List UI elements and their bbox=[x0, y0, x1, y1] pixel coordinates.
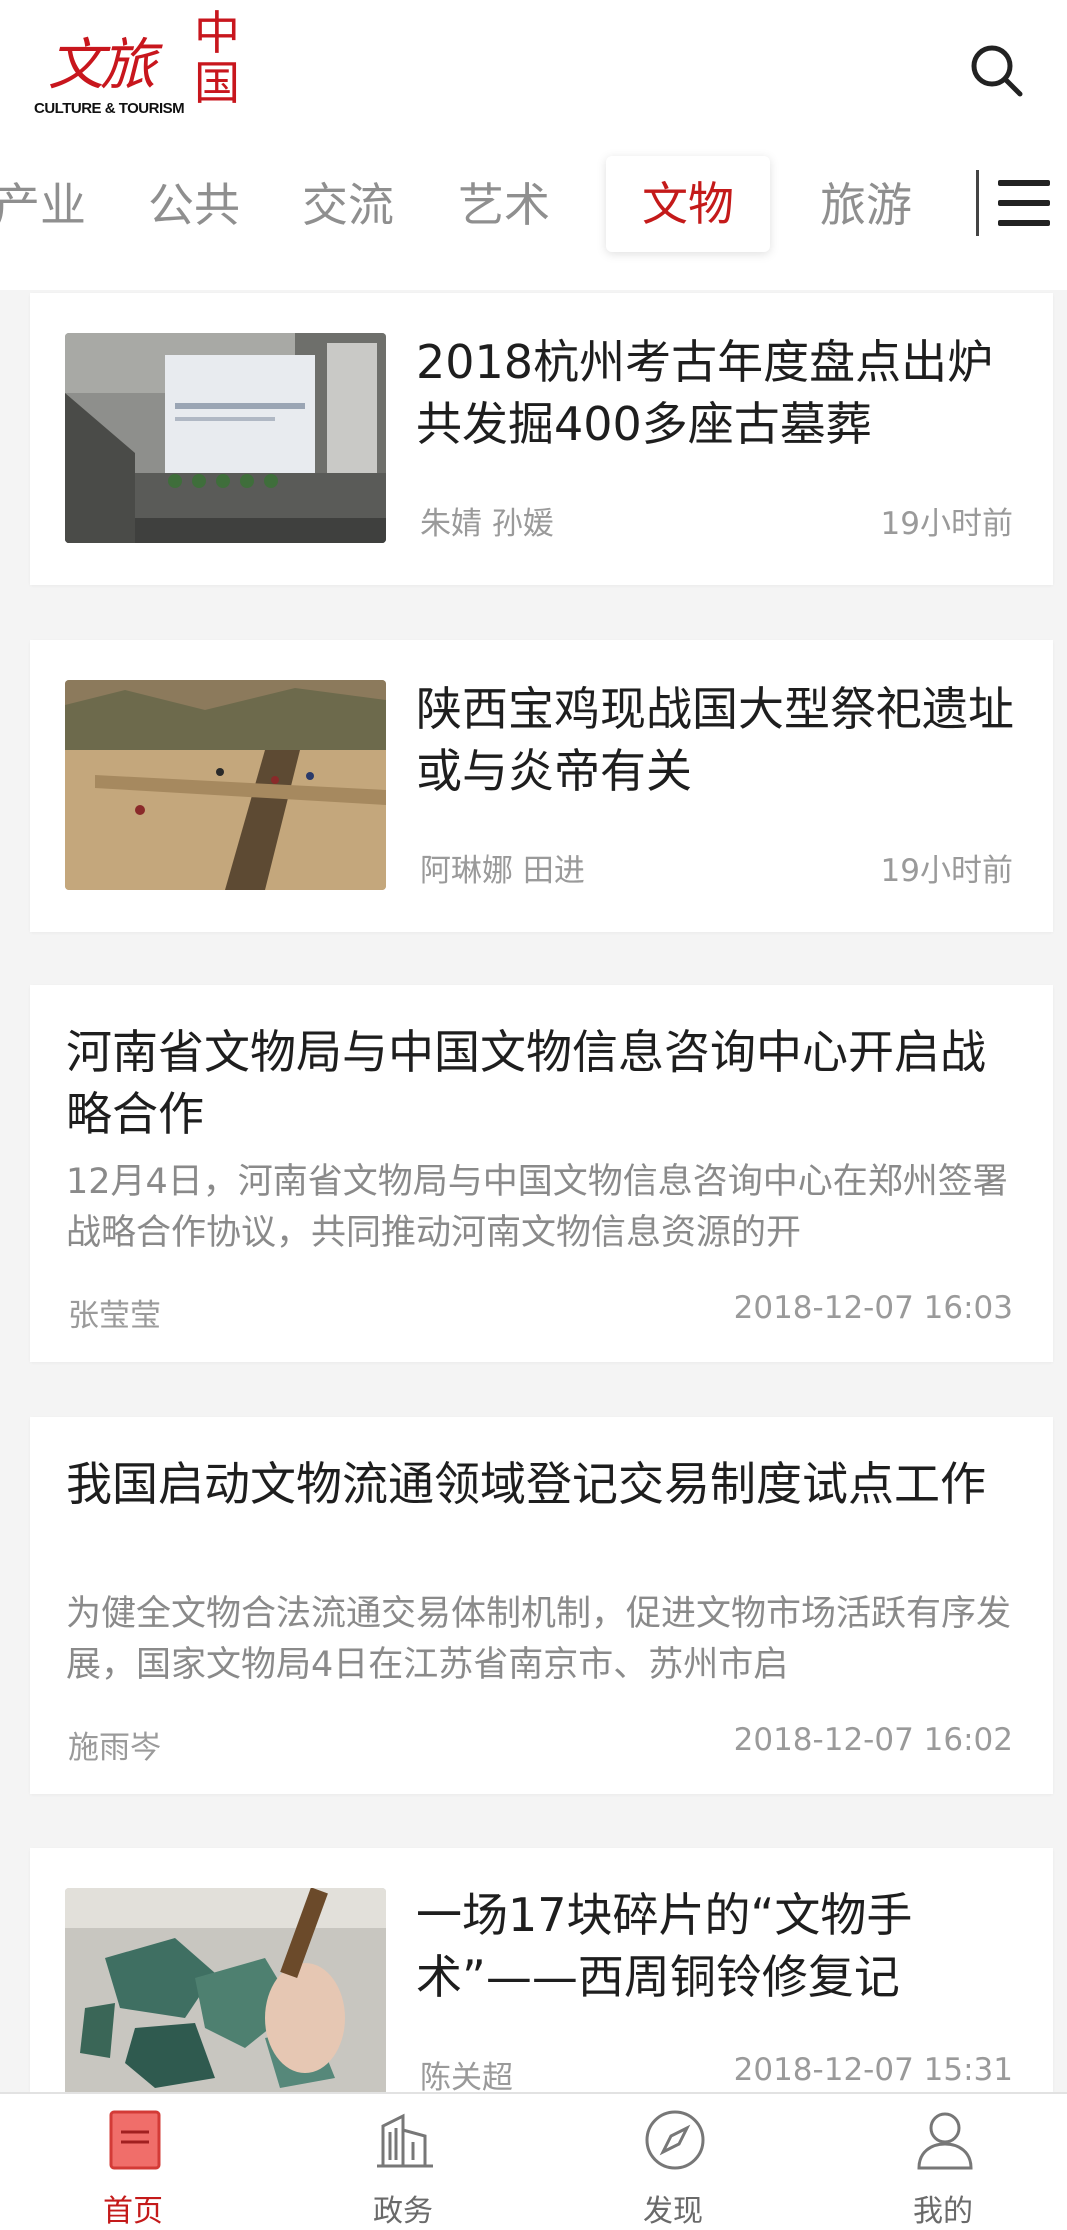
hamburger-icon-bar bbox=[998, 180, 1050, 186]
news-author: 陈关超 bbox=[420, 2060, 513, 2092]
news-card[interactable]: 陕西宝鸡现战国大型祭祀遗址 或与炎帝有关 阿琳娜 田进 19小时前 bbox=[30, 640, 1053, 932]
news-card[interactable]: 一场17块碎片的“文物手术”——西周铜铃修复记 陈关超 2018-12-07 1… bbox=[30, 1848, 1053, 2092]
news-thumbnail bbox=[65, 1888, 386, 2092]
news-summary: 为健全文物合法流通交易体制机制，促进文物市场活跃有序发展，国家文物局4日在江苏省… bbox=[66, 1594, 1012, 1685]
tab-art[interactable]: 艺术 bbox=[458, 170, 550, 240]
tab-tourism[interactable]: 旅游 bbox=[820, 170, 912, 240]
news-time: 19小时前 bbox=[880, 853, 1013, 889]
compass-icon bbox=[645, 2110, 705, 2170]
building-icon bbox=[377, 2113, 433, 2168]
nav-government[interactable]: 政务 bbox=[270, 2094, 536, 2230]
news-title[interactable]: 我国启动文物流通领域登记交易制度试点工作 bbox=[66, 1453, 1026, 1515]
app-logo[interactable]: 文旅 中国 CULTURE & TOURISM bbox=[30, 8, 250, 133]
news-time: 2018-12-07 16:02 bbox=[733, 1722, 1013, 1758]
news-title[interactable]: 一场17块碎片的“文物手术”——西周铜铃修复记 bbox=[416, 1884, 1026, 2008]
home-icon bbox=[109, 2110, 161, 2170]
nav-government-label: 政务 bbox=[373, 2194, 433, 2229]
hamburger-icon-bar bbox=[998, 220, 1050, 226]
news-time: 2018-12-07 15:31 bbox=[733, 2052, 1013, 2088]
tab-exchange[interactable]: 交流 bbox=[302, 170, 394, 240]
nav-profile-label: 我的 bbox=[913, 2194, 973, 2229]
hamburger-icon-bar bbox=[998, 200, 1050, 206]
logo-chinese-text: 文旅 bbox=[48, 33, 156, 98]
nav-home-label: 首页 bbox=[103, 2194, 163, 2229]
search-button[interactable] bbox=[968, 42, 1026, 100]
tab-public[interactable]: 公共 bbox=[148, 170, 240, 240]
news-author: 朱婧 孙媛 bbox=[420, 506, 554, 542]
tab-cultural-relics[interactable]: 文物 bbox=[606, 156, 770, 252]
news-summary: 12月4日，河南省文物局与中国文物信息咨询中心在郑州签署战略合作协议，共同推动河… bbox=[66, 1162, 1008, 1253]
logo-english-text: CULTURE & TOURISM bbox=[34, 100, 185, 117]
nav-discover[interactable]: 发现 bbox=[540, 2094, 806, 2230]
bottom-navigation: 首页 政务 发现 我的 bbox=[0, 2092, 1067, 2230]
logo-chinese-side-text: 中国 bbox=[194, 6, 240, 110]
news-time: 19小时前 bbox=[880, 506, 1013, 542]
nav-profile[interactable]: 我的 bbox=[810, 2094, 1067, 2230]
nav-home[interactable]: 首页 bbox=[0, 2094, 266, 2230]
news-thumbnail bbox=[65, 680, 386, 890]
menu-button[interactable] bbox=[998, 180, 1054, 228]
news-author: 张莹莹 bbox=[68, 1298, 161, 1334]
news-title[interactable]: 陕西宝鸡现战国大型祭祀遗址 或与炎帝有关 bbox=[416, 678, 1026, 802]
search-icon bbox=[971, 45, 1023, 97]
bronze-fragments-photo bbox=[65, 1888, 386, 2092]
news-card[interactable]: 河南省文物局与中国文物信息咨询中心开启战略合作 12月4日，河南省文物局与中国文… bbox=[30, 985, 1053, 1362]
news-time: 2018-12-07 16:03 bbox=[733, 1290, 1013, 1326]
news-author: 阿琳娜 田进 bbox=[420, 853, 585, 889]
exhibition-photo bbox=[65, 333, 386, 543]
news-title[interactable]: 2018杭州考古年度盘点出炉共发掘400多座古墓葬 bbox=[416, 331, 1026, 455]
tab-divider bbox=[976, 170, 979, 236]
category-tabs: 产业 公共 交流 艺术 文物 旅游 bbox=[0, 150, 1067, 260]
user-icon bbox=[917, 2112, 973, 2170]
nav-discover-label: 发现 bbox=[643, 2194, 703, 2229]
news-thumbnail bbox=[65, 333, 386, 543]
news-card[interactable]: 2018杭州考古年度盘点出炉共发掘400多座古墓葬 朱婧 孙媛 19小时前 bbox=[30, 293, 1053, 585]
news-title[interactable]: 河南省文物局与中国文物信息咨询中心开启战略合作 bbox=[66, 1021, 1026, 1145]
tab-industry[interactable]: 产业 bbox=[0, 170, 86, 240]
news-card[interactable]: 我国启动文物流通领域登记交易制度试点工作 为健全文物合法流通交易体制机制，促进文… bbox=[30, 1417, 1053, 1794]
news-author: 施雨岑 bbox=[68, 1730, 161, 1766]
excavation-site-photo bbox=[65, 680, 386, 890]
app-header: 文旅 中国 CULTURE & TOURISM 产业 公共 交流 艺术 文物 旅… bbox=[0, 0, 1067, 290]
